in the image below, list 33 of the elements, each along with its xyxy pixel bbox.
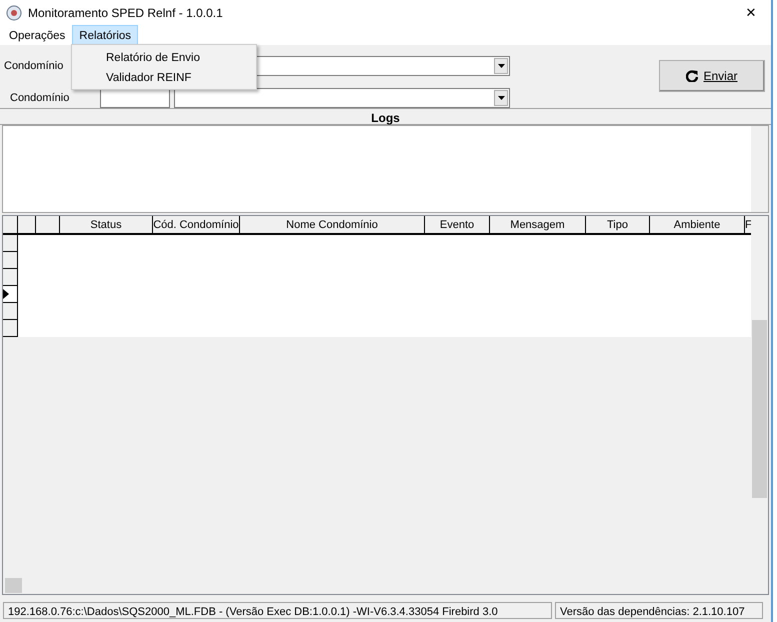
column-header[interactable]: Cód. Condomínio: [153, 216, 240, 233]
status-text: Versão das dependências: 2.1.10.107: [555, 602, 763, 619]
menu-option[interactable]: Relatório de Envio: [72, 47, 256, 67]
menu-option[interactable]: Validador REINF: [72, 67, 256, 87]
send-button[interactable]: Enviar: [659, 60, 765, 92]
refresh-icon: [686, 70, 698, 82]
menu-item[interactable]: Relatórios: [72, 25, 138, 45]
status-text: 192.168.0.76:c:\Dados\SQS2000_ML.FDB - (Versão Exec DB:1.0.0.1) -WI-V6.3.4.33054 Firebird 3.0: [3, 602, 552, 619]
current-row-icon: [3, 289, 9, 299]
row-indicator[interactable]: [3, 320, 18, 337]
column-header[interactable]: Nome Condomínio: [240, 216, 425, 233]
section-header: Logs: [0, 108, 771, 125]
column-header[interactable]: Mensagem: [490, 216, 586, 233]
row-indicator[interactable]: [3, 269, 18, 286]
column-header[interactable]: Tipo: [586, 216, 650, 233]
column-header[interactable]: F: [745, 216, 752, 233]
app-icon: [6, 4, 22, 20]
column-header[interactable]: Evento: [425, 216, 490, 233]
column-header[interactable]: Status: [60, 216, 153, 233]
dropdown-arrow-icon: [498, 64, 504, 68]
field-label: Condomínio: [10, 90, 70, 106]
field-label: Condomínio: [4, 58, 64, 74]
dropdown-arrow-icon: [498, 96, 504, 100]
row-indicator[interactable]: [3, 286, 18, 303]
column-header[interactable]: Ambiente: [650, 216, 745, 233]
row-indicator[interactable]: [3, 252, 18, 269]
row-indicator[interactable]: [3, 235, 18, 252]
scrollbar[interactable]: [751, 126, 768, 212]
menu-item[interactable]: Operações: [2, 25, 72, 45]
window-title: Monitoramento SPED Relnf - 1.0.0.1: [28, 4, 223, 22]
code-field[interactable]: [100, 88, 170, 108]
close-button[interactable]: ✕: [731, 0, 771, 25]
row-indicator[interactable]: [3, 303, 18, 320]
